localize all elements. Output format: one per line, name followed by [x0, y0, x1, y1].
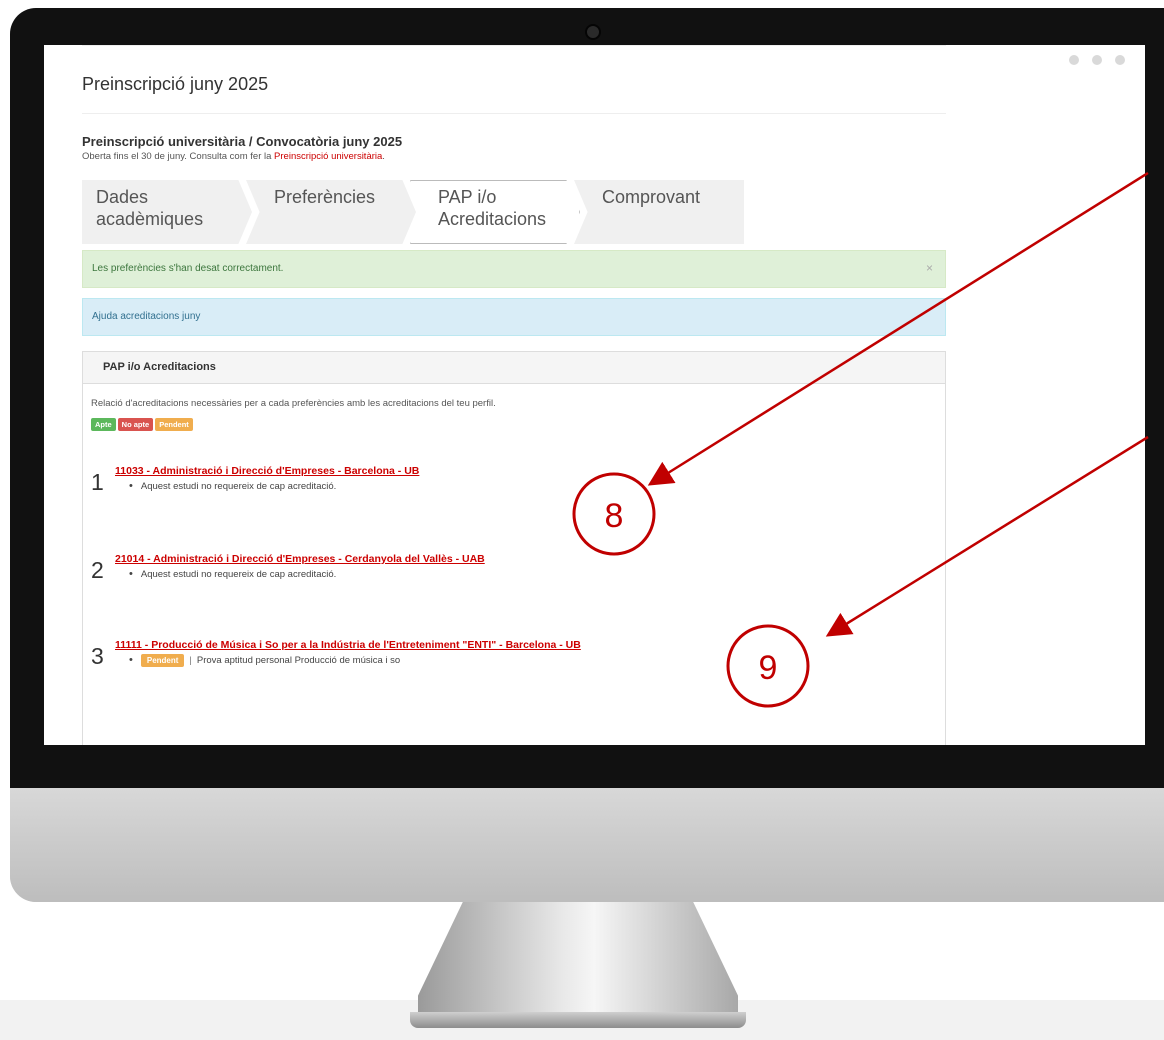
success-alert: Les preferències s'han desat correctamen…	[82, 250, 946, 288]
preference-number: 2	[91, 557, 104, 583]
window-controls	[1069, 55, 1125, 65]
preinscripcio-link[interactable]: Preinscripció universitària	[274, 151, 382, 162]
wizard-steps: Dades acadèmiques Preferències PAP i/o A…	[82, 180, 762, 244]
preference-link[interactable]: 21014 - Administració i Direcció d'Empre…	[115, 553, 485, 565]
monitor-stand-base	[410, 1012, 746, 1028]
preference-detail: • Pendent | Prova aptitud personal Producci…	[129, 654, 401, 667]
pendent-badge: Pendent	[155, 418, 193, 431]
section-subtext: Oberta fins el 30 de juny. Consulta com …	[82, 151, 946, 162]
preference-link[interactable]: 11033 - Administració i Direcció d'Empre…	[115, 465, 419, 477]
screen: Preinscripció juny 2025 Preinscripció un…	[44, 45, 1145, 745]
accreditations-panel: PAP i/o Acreditacions Relació d'acredita…	[82, 351, 946, 745]
monitor-chin	[10, 788, 1164, 902]
bullet-icon: •	[129, 654, 133, 666]
window-dot-icon[interactable]	[1092, 55, 1102, 65]
panel-body: Relació d'acreditacions necessàries per …	[83, 384, 945, 669]
bullet-icon: •	[129, 480, 133, 492]
section-subtitle: Preinscripció universitària / Convocatòr…	[82, 134, 403, 149]
window-dot-icon[interactable]	[1115, 55, 1125, 65]
subtext-suffix: .	[382, 151, 385, 162]
preference-note: Prova aptitud personal Producció de músi…	[196, 655, 401, 666]
panel-heading: PAP i/o Acreditacions	[83, 352, 945, 384]
apte-badge: Apte	[91, 418, 116, 431]
step-preferencies[interactable]: Preferències	[246, 180, 416, 244]
bullet-icon: •	[129, 568, 133, 580]
preference-link[interactable]: 11111 - Producció de Música i So per a l…	[115, 639, 581, 651]
preference-note: Aquest estudi no requereix de cap acredi…	[140, 569, 337, 580]
page-title: Preinscripció juny 2025	[82, 45, 946, 114]
legend-badges: Apte No apte Pendent	[91, 418, 937, 431]
preference-detail: • Aquest estudi no requereix de cap acred…	[129, 480, 336, 492]
main-content: Preinscripció juny 2025 Preinscripció un…	[82, 45, 946, 745]
preference-detail: • Aquest estudi no requereix de cap acred…	[129, 568, 336, 580]
preference-note: Aquest estudi no requereix de cap acredi…	[140, 481, 337, 492]
info-alert-text[interactable]: Ajuda acreditacions juny	[92, 311, 200, 322]
pendent-status-badge: Pendent	[140, 654, 185, 667]
subtext-prefix: Oberta fins el 30 de juny. Consulta com …	[82, 151, 275, 162]
monitor-stand	[418, 902, 738, 1022]
window-dot-icon[interactable]	[1069, 55, 1079, 65]
no-apte-badge: No apte	[117, 418, 154, 431]
preference-number: 3	[91, 643, 104, 669]
info-alert[interactable]: Ajuda acreditacions juny	[82, 298, 946, 336]
step-comprovant[interactable]: Comprovant	[574, 180, 744, 244]
success-alert-text: Les preferències s'han desat correctamen…	[92, 263, 284, 274]
step-dades-academiques[interactable]: Dades acadèmiques	[82, 180, 252, 244]
panel-intro: Relació d'acreditacions necessàries per …	[91, 398, 496, 409]
step-pap-acreditacions[interactable]: PAP i/o Acreditacions	[410, 180, 580, 244]
preference-number: 1	[91, 469, 104, 495]
separator: |	[189, 655, 192, 666]
close-icon[interactable]: ×	[926, 261, 933, 275]
camera-icon	[585, 24, 601, 40]
